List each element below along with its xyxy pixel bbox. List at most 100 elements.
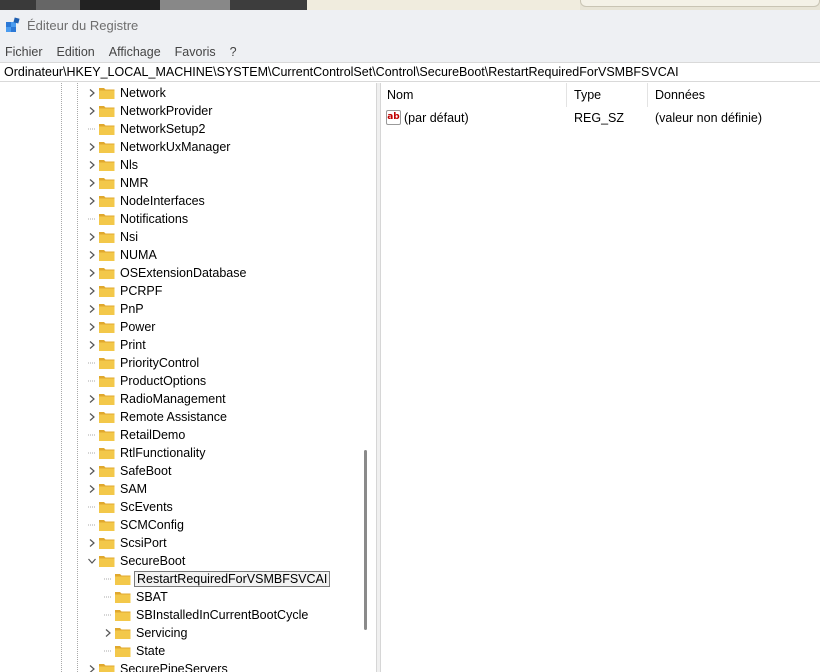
chevron-right-icon[interactable] bbox=[86, 336, 98, 354]
tree-item[interactable]: Power bbox=[86, 318, 157, 336]
tree-item[interactable]: NUMA bbox=[86, 246, 159, 264]
tree-item[interactable]: SafeBoot bbox=[86, 462, 173, 480]
tree-item[interactable]: Print bbox=[86, 336, 148, 354]
key-tree[interactable]: Network NetworkProvider NetworkSetup2 Netwo… bbox=[0, 83, 376, 672]
tree-item[interactable]: NMR bbox=[86, 174, 150, 192]
tree-item[interactable]: RadioManagement bbox=[86, 390, 228, 408]
tree-item[interactable]: Nsi bbox=[86, 228, 140, 246]
folder-icon bbox=[114, 642, 132, 660]
chevron-right-icon[interactable] bbox=[102, 624, 114, 642]
tree-item[interactable]: NetworkProvider bbox=[86, 102, 214, 120]
folder-icon bbox=[98, 282, 116, 300]
tree-item[interactable]: ScsiPort bbox=[86, 534, 169, 552]
tree-item-label: OSExtensionDatabase bbox=[120, 266, 247, 280]
tree-item[interactable]: Servicing bbox=[102, 624, 189, 642]
tree-item[interactable]: SAM bbox=[86, 480, 149, 498]
chevron-right-icon[interactable] bbox=[86, 534, 98, 552]
tree-item[interactable]: SecurePipeServers bbox=[86, 660, 230, 672]
menu-fichier[interactable]: Fichier bbox=[5, 45, 43, 59]
column-header-name[interactable]: Nom bbox=[381, 83, 567, 107]
folder-icon bbox=[98, 426, 116, 444]
folder-icon bbox=[98, 156, 116, 174]
chevron-right-icon[interactable] bbox=[86, 192, 98, 210]
menu-affichage[interactable]: Affichage bbox=[109, 45, 161, 59]
chevron-right-icon[interactable] bbox=[86, 318, 98, 336]
tree-item-label: SecureBoot bbox=[120, 554, 186, 568]
chevron-down-icon[interactable] bbox=[86, 552, 98, 570]
chevron-right-icon[interactable] bbox=[86, 264, 98, 282]
tree-item[interactable]: SBInstalledInCurrentBootCycle bbox=[102, 606, 310, 624]
folder-icon bbox=[98, 228, 116, 246]
value-type: REG_SZ bbox=[574, 111, 625, 125]
chevron-right-icon[interactable] bbox=[86, 390, 98, 408]
tree-item[interactable]: Network bbox=[86, 84, 168, 102]
chevron-right-icon[interactable] bbox=[86, 228, 98, 246]
folder-icon bbox=[114, 588, 132, 606]
chevron-right-icon[interactable] bbox=[86, 156, 98, 174]
tree-item-label: NetworkProvider bbox=[120, 104, 213, 118]
menu-help[interactable]: ? bbox=[230, 45, 237, 59]
tree-item-label: SAM bbox=[120, 482, 148, 496]
tree-item[interactable]: NetworkSetup2 bbox=[86, 120, 207, 138]
chevron-right-icon[interactable] bbox=[86, 138, 98, 156]
tree-item-label: SCMConfig bbox=[120, 518, 184, 532]
chevron-right-icon[interactable] bbox=[86, 660, 98, 672]
folder-icon bbox=[98, 210, 116, 228]
chevron-right-icon[interactable] bbox=[86, 174, 98, 192]
tree-connector bbox=[86, 426, 98, 444]
chevron-right-icon[interactable] bbox=[86, 408, 98, 426]
tree-item[interactable]: ScEvents bbox=[86, 498, 175, 516]
menu-edition[interactable]: Edition bbox=[57, 45, 95, 59]
tree-item[interactable]: NodeInterfaces bbox=[86, 192, 207, 210]
tree-item-label: PnP bbox=[120, 302, 144, 316]
column-header-type[interactable]: Type bbox=[568, 83, 648, 107]
folder-icon bbox=[98, 444, 116, 462]
folder-icon bbox=[98, 192, 116, 210]
tree-item[interactable]: SCMConfig bbox=[86, 516, 186, 534]
address-bar[interactable]: Ordinateur\HKEY_LOCAL_MACHINE\SYSTEM\Cur… bbox=[0, 62, 820, 82]
tree-guide-line bbox=[61, 83, 62, 672]
folder-icon bbox=[98, 408, 116, 426]
tree-item[interactable]: PCRPF bbox=[86, 282, 164, 300]
tree-item[interactable]: OSExtensionDatabase bbox=[86, 264, 248, 282]
chevron-right-icon[interactable] bbox=[86, 102, 98, 120]
tree-item[interactable]: ProductOptions bbox=[86, 372, 208, 390]
tree-item[interactable]: RetailDemo bbox=[86, 426, 187, 444]
folder-icon bbox=[98, 264, 116, 282]
chevron-right-icon[interactable] bbox=[86, 300, 98, 318]
tree-item-label: Print bbox=[120, 338, 146, 352]
value-name: (par défaut) bbox=[404, 111, 469, 125]
tree-item[interactable]: Notifications bbox=[86, 210, 190, 228]
tree-connector bbox=[86, 354, 98, 372]
folder-icon bbox=[98, 390, 116, 408]
string-value-icon: ab bbox=[386, 110, 401, 125]
tree-item[interactable]: RtlFunctionality bbox=[86, 444, 207, 462]
values-list[interactable]: Nom Type Données ab (par défaut) REG_SZ … bbox=[381, 83, 820, 672]
tree-connector bbox=[102, 642, 114, 660]
tree-item[interactable]: State bbox=[102, 642, 167, 660]
chevron-right-icon[interactable] bbox=[86, 246, 98, 264]
tree-item[interactable]: PriorityControl bbox=[86, 354, 201, 372]
tree-connector bbox=[102, 606, 114, 624]
tree-connector bbox=[102, 570, 114, 588]
folder-icon bbox=[98, 84, 116, 102]
tree-scrollbar[interactable] bbox=[364, 450, 367, 630]
tree-item[interactable]: Remote Assistance bbox=[86, 408, 229, 426]
tree-item[interactable]: NetworkUxManager bbox=[86, 138, 232, 156]
column-header-data[interactable]: Données bbox=[649, 83, 820, 107]
chevron-right-icon[interactable] bbox=[86, 462, 98, 480]
value-row[interactable]: ab (par défaut) REG_SZ (valeur non défin… bbox=[381, 108, 820, 128]
tree-item[interactable]: Nls bbox=[86, 156, 140, 174]
tree-item-label: Notifications bbox=[120, 212, 189, 226]
chevron-right-icon[interactable] bbox=[86, 84, 98, 102]
chevron-right-icon[interactable] bbox=[86, 282, 98, 300]
tree-item[interactable]: SBAT bbox=[102, 588, 170, 606]
tree-item[interactable]: PnP bbox=[86, 300, 146, 318]
tree-item-label: SBAT bbox=[136, 590, 168, 604]
tree-item-label: Power bbox=[120, 320, 156, 334]
chevron-right-icon[interactable] bbox=[86, 480, 98, 498]
tree-item[interactable]: SecureBoot bbox=[86, 552, 187, 570]
tree-item[interactable]: RestartRequiredForVSMBFSVCAI bbox=[102, 570, 331, 588]
menu-favoris[interactable]: Favoris bbox=[175, 45, 216, 59]
folder-icon bbox=[98, 174, 116, 192]
